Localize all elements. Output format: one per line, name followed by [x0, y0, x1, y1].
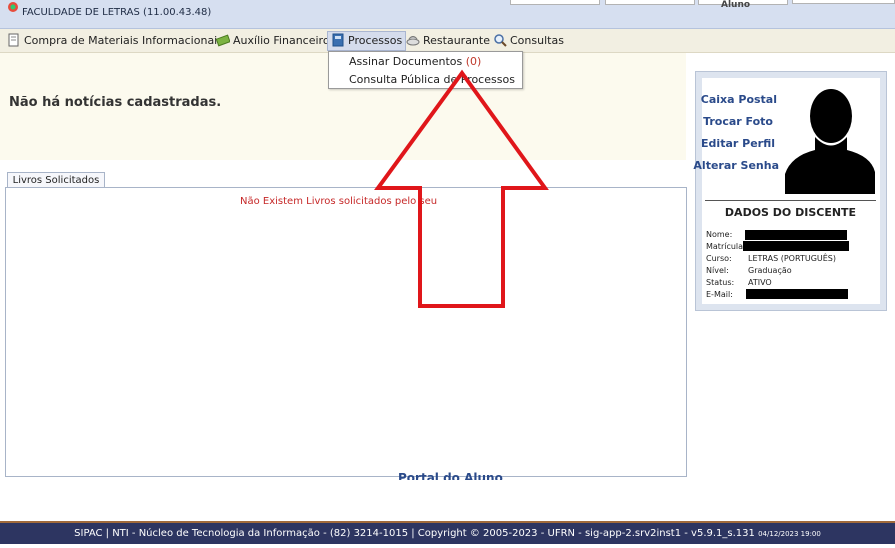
top-button-fragment[interactable] — [510, 0, 600, 5]
main-menu-bar: Compra de Materiais Informacionais Auxíl… — [0, 29, 895, 53]
field-value-status: ATIVO — [748, 278, 772, 287]
footer: SIPAC | NTI - Núcleo de Tecnologia da In… — [0, 521, 895, 544]
footer-text: SIPAC | NTI - Núcleo de Tecnologia da In… — [74, 528, 755, 539]
avatar-silhouette-icon — [785, 82, 875, 194]
menu-item-assinar-documentos[interactable]: Assinar Documentos (0) — [349, 55, 481, 68]
books-panel — [5, 187, 687, 477]
unit-logo-icon — [8, 2, 18, 12]
redacted-matricula — [743, 241, 849, 251]
dropdown-label: Assinar Documentos — [349, 55, 463, 68]
menu-item-consulta-publica[interactable]: Consulta Pública de Processos — [349, 73, 515, 86]
field-label-nome: Nome: — [706, 230, 733, 239]
dados-discente-title: DADOS DO DISCENTE — [724, 206, 857, 219]
menu-auxilio-financeiro[interactable]: Auxílio Financeiro — [213, 32, 333, 50]
top-bar: FACULDADE DE LETRAS (11.00.43.48) Aluno — [0, 0, 895, 29]
folder-icon — [332, 33, 344, 47]
redacted-nome — [745, 230, 847, 240]
processos-dropdown: Assinar Documentos (0) Consulta Pública … — [328, 51, 523, 89]
menu-label: Restaurante — [423, 34, 490, 47]
menu-restaurante[interactable]: Restaurante — [403, 32, 493, 50]
redacted-email — [746, 289, 848, 299]
menu-label: Consultas — [510, 34, 564, 47]
alterar-senha-link[interactable]: Alterar Senha — [693, 159, 779, 172]
footer-timestamp: 04/12/2023 19:00 — [758, 530, 821, 538]
document-icon — [8, 33, 19, 47]
trocar-foto-link[interactable]: Trocar Foto — [703, 115, 773, 128]
pending-count: (0) — [465, 55, 482, 68]
menu-consultas[interactable]: Consultas — [490, 32, 567, 50]
portal-do-aluno-link[interactable]: Portal do Aluno — [398, 468, 503, 480]
field-label-matricula: Matrícula: — [706, 242, 746, 251]
sidebar-divider — [705, 200, 876, 201]
menu-compra-materiais[interactable]: Compra de Materiais Informacionais — [4, 32, 226, 50]
top-button-fragment[interactable] — [605, 0, 695, 5]
student-photo — [785, 82, 875, 194]
user-type-label: Aluno — [721, 0, 751, 10]
money-icon — [216, 34, 230, 47]
menu-processos[interactable]: Processos — [327, 31, 407, 51]
top-right-box — [792, 0, 895, 4]
unit-name: FACULDADE DE LETRAS (11.00.43.48) — [22, 7, 212, 18]
caixa-postal-link[interactable]: Caixa Postal — [701, 93, 777, 106]
field-label-curso: Curso: — [706, 254, 732, 263]
menu-label: Processos — [348, 34, 403, 47]
field-value-curso: LETRAS (PORTUGUÊS) — [748, 254, 836, 263]
field-label-email: E-Mail: — [706, 290, 733, 299]
editar-perfil-link[interactable]: Editar Perfil — [701, 137, 775, 150]
restaurant-icon — [406, 36, 420, 46]
field-label-nivel: Nível: — [706, 266, 729, 275]
field-value-nivel: Graduação — [748, 266, 792, 275]
news-message: Não há notícias cadastradas. — [9, 95, 222, 110]
menu-label: Auxílio Financeiro — [233, 34, 330, 47]
books-empty-message: Não Existem Livros solicitados pelo seu — [240, 196, 438, 207]
field-label-status: Status: — [706, 278, 735, 287]
menu-label: Compra de Materiais Informacionais — [24, 34, 223, 47]
search-icon — [494, 34, 507, 47]
tab-livros-solicitados[interactable]: Livros Solicitados — [7, 172, 105, 188]
